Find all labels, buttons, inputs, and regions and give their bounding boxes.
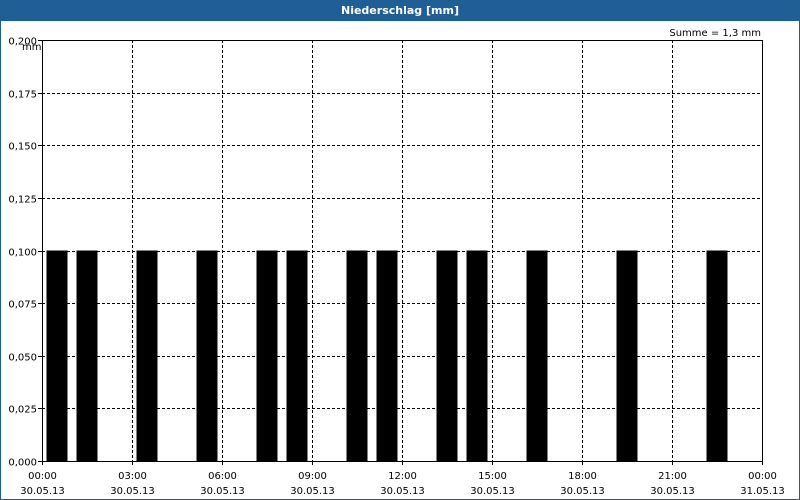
precipitation-bar	[436, 250, 458, 461]
y-tick-label: 0,025	[8, 405, 37, 416]
x-axis-ticks: 00:00 30.05.13 03:00 30.05.13 06:00 30.05.13 0…	[20, 461, 785, 497]
precipitation-bar	[196, 250, 218, 461]
x-tick-date-label: 30.05.13	[650, 486, 695, 497]
y-tick-label: 0,050	[8, 353, 37, 364]
y-tick-label: 0,100	[8, 248, 37, 259]
y-tick-label: 0,175	[8, 90, 37, 101]
y-tick-label: 0,075	[8, 300, 37, 311]
precipitation-bar	[286, 250, 308, 461]
bar-series	[46, 250, 728, 461]
x-tick-time-label: 21:00	[658, 471, 687, 482]
x-tick-date-label: 30.05.13	[20, 486, 65, 497]
x-tick-time-label: 03:00	[118, 471, 147, 482]
y-tick-label: 0,150	[8, 142, 37, 153]
x-tick-time-label: 15:00	[478, 471, 507, 482]
precipitation-bar	[76, 250, 98, 461]
x-tick-time-label: 18:00	[568, 471, 597, 482]
precipitation-bar	[136, 250, 158, 461]
precipitation-bar	[526, 250, 548, 461]
y-axis-ticks: 0,000 0,025 0,050 0,075 0,100 0,125 0,150 0,175…	[8, 37, 42, 469]
x-tick-date-label: 30.05.13	[200, 486, 245, 497]
x-tick-date-label: 30.05.13	[470, 486, 515, 497]
precipitation-bar	[376, 250, 398, 461]
x-tick-time-label: 09:00	[298, 471, 327, 482]
x-tick-time-label: 00:00	[28, 471, 57, 482]
precipitation-bar	[346, 250, 368, 461]
precipitation-bar	[256, 250, 278, 461]
y-tick-label: 0,125	[8, 195, 37, 206]
precipitation-bar	[46, 250, 68, 461]
x-tick-date-label: 30.05.13	[380, 486, 425, 497]
x-tick-time-label: 12:00	[388, 471, 417, 482]
precipitation-bar	[706, 250, 728, 461]
precipitation-bar	[466, 250, 488, 461]
x-tick-date-label: 30.05.13	[560, 486, 605, 497]
x-tick-time-label: 00:00	[748, 471, 777, 482]
y-tick-label: 0,000	[8, 458, 37, 469]
x-tick-date-label: 30.05.13	[290, 486, 335, 497]
x-tick-date-label: 31.05.13	[740, 486, 785, 497]
x-tick-date-label: 30.05.13	[110, 486, 155, 497]
y-tick-label: 0,200	[8, 37, 37, 48]
x-tick-time-label: 06:00	[208, 471, 237, 482]
precipitation-bar	[616, 250, 638, 461]
precipitation-chart: mm Summe = 1,3 mm 0,0000,0250,0500,0750,…	[8, 28, 785, 497]
sum-label: Summe = 1,3 mm	[669, 28, 761, 39]
